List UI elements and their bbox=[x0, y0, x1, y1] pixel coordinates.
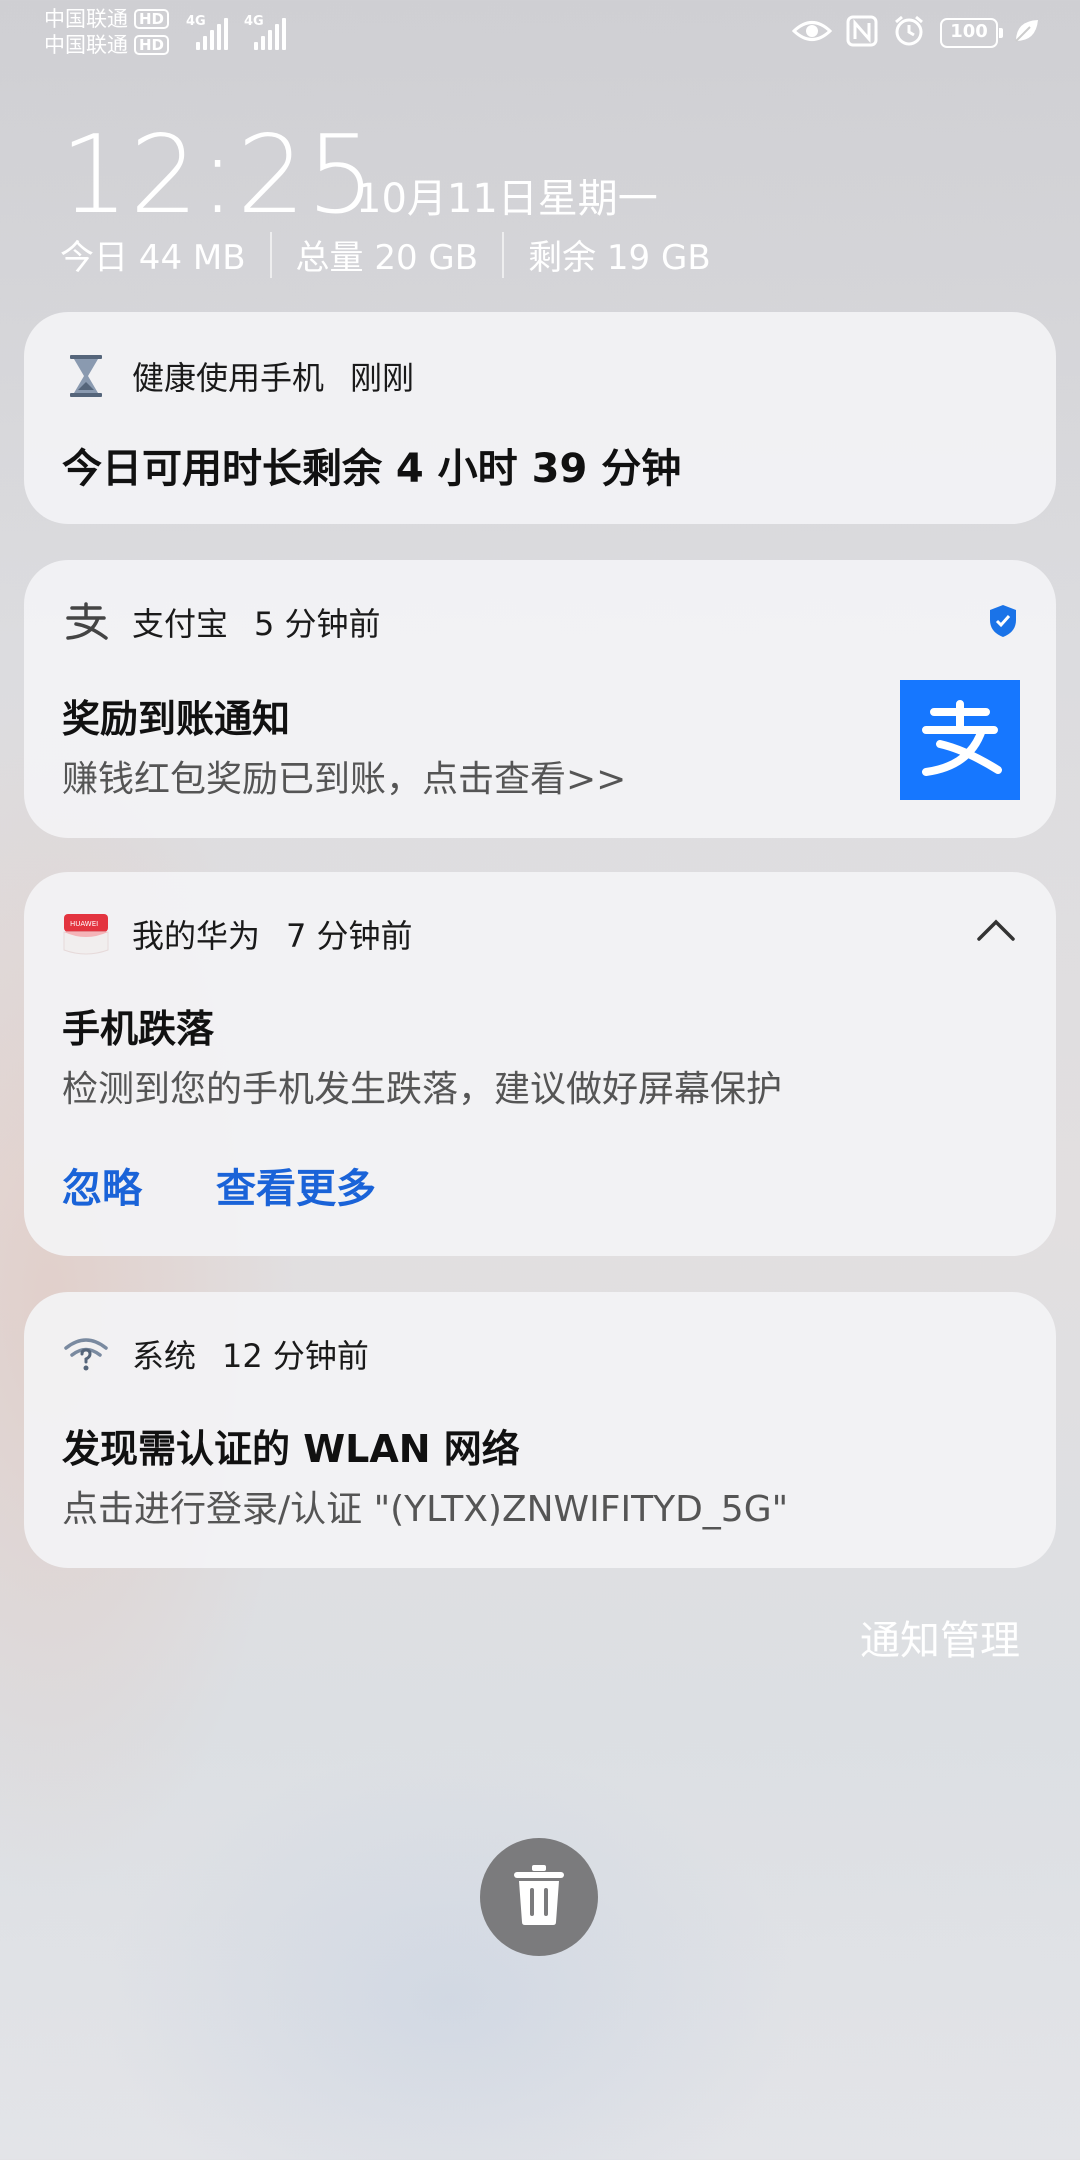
notification-app-name: 健康使用手机 bbox=[132, 353, 324, 399]
notification-header: 健康使用手机 刚刚 bbox=[62, 352, 414, 400]
chevron-up-icon[interactable] bbox=[976, 918, 1016, 946]
status-bar: 中国联通 HD 中国联通 HD 4G 4G bbox=[0, 0, 1080, 62]
notification-title: 手机跌落 bbox=[62, 998, 214, 1053]
data-remaining: 剩余 19 GB bbox=[528, 230, 711, 279]
alipay-thumbnail bbox=[900, 680, 1020, 800]
hd-badge: HD bbox=[134, 35, 169, 55]
notification-management-link[interactable]: 通知管理 bbox=[860, 1608, 1020, 1666]
clear-all-button[interactable] bbox=[480, 1838, 598, 1956]
notification-time: 刚刚 bbox=[350, 353, 414, 399]
alipay-logo-icon bbox=[912, 700, 1008, 780]
signal-icon: 4G bbox=[186, 14, 228, 50]
carrier-2: 中国联通 bbox=[44, 32, 128, 58]
notification-text: 检测到您的手机发生跌落，建议做好屏幕保护 bbox=[62, 1060, 782, 1112]
verified-shield-icon bbox=[988, 604, 1018, 642]
huawei-icon: HUAWEI bbox=[62, 910, 110, 958]
alarm-icon bbox=[892, 14, 926, 52]
ignore-button[interactable]: 忽略 bbox=[62, 1156, 142, 1214]
carrier-1: 中国联通 bbox=[44, 6, 128, 32]
notification-text: 赚钱红包奖励已到账，点击查看>> bbox=[62, 750, 626, 802]
leaf-icon bbox=[1012, 17, 1040, 49]
nfc-icon bbox=[846, 15, 878, 51]
notification-app-name: 系统 bbox=[132, 1331, 196, 1377]
notification-header: 系统 12 分钟前 bbox=[62, 1330, 369, 1378]
notification-title: 奖励到账通知 bbox=[62, 688, 290, 743]
notification-header: 支付宝 5 分钟前 bbox=[62, 598, 381, 646]
notification-card-huawei[interactable]: HUAWEI 我的华为 7 分钟前 手机跌落 检测到您的手机发生跌落，建议做好屏… bbox=[24, 872, 1056, 1256]
notification-card-health[interactable]: 健康使用手机 刚刚 今日可用时长剩余 4 小时 39 分钟 bbox=[24, 312, 1056, 524]
alipay-icon bbox=[62, 598, 110, 646]
notification-time: 5 分钟前 bbox=[254, 599, 381, 645]
notification-card-system[interactable]: 系统 12 分钟前 发现需认证的 WLAN 网络 点击进行登录/认证 "(YLT… bbox=[24, 1292, 1056, 1568]
notification-time: 7 分钟前 bbox=[286, 911, 413, 957]
eye-icon bbox=[792, 16, 832, 50]
trash-icon bbox=[512, 1864, 566, 1930]
notification-header: HUAWEI 我的华为 7 分钟前 bbox=[62, 910, 413, 958]
clock-time: 12:25 bbox=[60, 120, 376, 232]
notification-time: 12 分钟前 bbox=[222, 1331, 369, 1377]
notification-body: 今日可用时长剩余 4 小时 39 分钟 bbox=[62, 436, 681, 494]
notification-app-name: 我的华为 bbox=[132, 911, 260, 957]
divider bbox=[270, 232, 272, 278]
hd-badge: HD bbox=[134, 9, 169, 29]
data-usage-row: 今日 44 MB 总量 20 GB 剩余 19 GB bbox=[60, 230, 711, 279]
clock-date: 10月11日星期一 bbox=[356, 166, 658, 224]
data-total: 总量 20 GB bbox=[296, 230, 479, 279]
data-today: 今日 44 MB bbox=[60, 230, 246, 279]
battery-icon: 100 bbox=[940, 18, 998, 48]
notification-app-name: 支付宝 bbox=[132, 599, 228, 645]
svg-text:HUAWEI: HUAWEI bbox=[70, 920, 98, 928]
notification-text: 点击进行登录/认证 "(YLTX)ZNWIFITYD_5G" bbox=[62, 1480, 788, 1532]
carrier-info: 中国联通 HD 中国联通 HD bbox=[44, 6, 169, 58]
hourglass-icon bbox=[62, 352, 110, 400]
divider bbox=[502, 232, 504, 278]
notification-title: 发现需认证的 WLAN 网络 bbox=[62, 1418, 520, 1473]
notification-card-alipay[interactable]: 支付宝 5 分钟前 奖励到账通知 赚钱红包奖励已到账，点击查看>> bbox=[24, 560, 1056, 838]
wifi-question-icon bbox=[62, 1330, 110, 1378]
view-more-button[interactable]: 查看更多 bbox=[216, 1156, 376, 1214]
signal-icon: 4G bbox=[244, 14, 286, 50]
